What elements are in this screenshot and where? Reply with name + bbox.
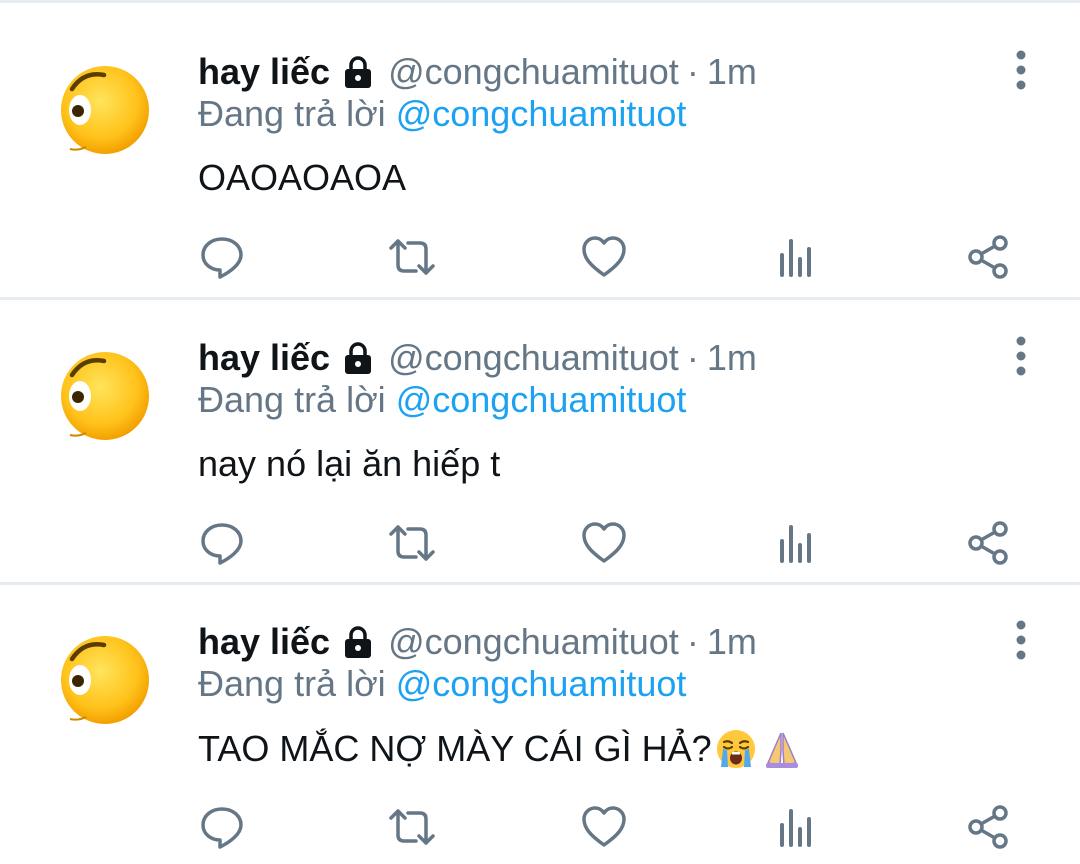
tweet-body: nay nó lại ăn hiếp t: [198, 443, 500, 485]
tweet-header: hay liếc @congchuamituot · 1m: [198, 333, 757, 383]
tweet-card[interactable]: hay liếc @congchuamituot · 1m Đang trả l…: [0, 573, 1080, 857]
reply-icon: [201, 237, 243, 279]
retweet-icon: [389, 239, 435, 275]
user-handle[interactable]: @congchuamituot: [388, 51, 679, 93]
retweet-button[interactable]: [388, 519, 436, 567]
user-handle[interactable]: @congchuamituot: [388, 337, 679, 379]
reply-button[interactable]: [198, 519, 246, 567]
like-icon: [582, 522, 626, 563]
views-icon: [780, 525, 811, 563]
reply-icon: [201, 807, 243, 849]
display-name[interactable]: hay liếc: [198, 337, 330, 379]
share-button[interactable]: [964, 233, 1012, 281]
reply-mention-link[interactable]: @congchuamituot: [396, 93, 687, 134]
tweet-body: OAOAOAOA: [198, 157, 406, 199]
views-icon: [780, 809, 811, 847]
retweet-button[interactable]: [388, 233, 436, 281]
like-icon: [582, 236, 626, 277]
reply-mention-link[interactable]: @congchuamituot: [396, 379, 687, 420]
folded-hands-emoji: [760, 727, 804, 771]
more-vertical-icon: [1016, 620, 1026, 660]
like-button[interactable]: [580, 803, 628, 851]
loudly-crying-face-emoji: [714, 727, 758, 771]
share-icon: [968, 521, 1008, 565]
views-icon: [780, 239, 811, 277]
tweet-card[interactable]: hay liếc @congchuamituot · 1m Đang trả l…: [0, 289, 1080, 573]
tweet-text: OAOAOAOA: [198, 157, 407, 198]
user-handle[interactable]: @congchuamituot: [388, 621, 679, 663]
more-options-button[interactable]: [1004, 617, 1038, 663]
retweet-icon: [389, 525, 435, 561]
tweet-body: TAO MẮC NỢ MÀY CÁI GÌ HẢ?: [198, 727, 804, 771]
like-button[interactable]: [580, 233, 628, 281]
views-button[interactable]: [772, 519, 820, 567]
more-vertical-icon: [1016, 336, 1026, 376]
tweet-feed: hay liếc @congchuamituot · 1m Đang trả l…: [0, 0, 1080, 864]
reply-context: Đang trả lời @congchuamituot: [198, 663, 686, 705]
timestamp[interactable]: 1m: [707, 621, 757, 663]
lock-icon: [340, 624, 376, 660]
like-button[interactable]: [580, 519, 628, 567]
reply-prefix: Đang trả lời: [198, 663, 386, 704]
tweet-header: hay liếc @congchuamituot · 1m: [198, 47, 757, 97]
lock-icon: [340, 54, 376, 90]
reply-context: Đang trả lời @congchuamituot: [198, 379, 686, 421]
timestamp[interactable]: 1m: [707, 51, 757, 93]
separator: ·: [686, 621, 699, 662]
more-options-button[interactable]: [1004, 333, 1038, 379]
reply-context: Đang trả lời @congchuamituot: [198, 93, 686, 135]
reply-icon: [201, 523, 243, 565]
tweet-text: TAO MẮC NỢ MÀY CÁI GÌ HẢ?: [198, 728, 712, 769]
reply-prefix: Đang trả lời: [198, 379, 386, 420]
separator: ·: [686, 337, 699, 378]
views-button[interactable]: [772, 233, 820, 281]
share-button[interactable]: [964, 519, 1012, 567]
share-icon: [968, 235, 1008, 279]
more-vertical-icon: [1016, 50, 1026, 90]
tweet-header: hay liếc @congchuamituot · 1m: [198, 617, 757, 667]
tweet-card[interactable]: hay liếc @congchuamituot · 1m Đang trả l…: [0, 3, 1080, 287]
reply-button[interactable]: [198, 803, 246, 851]
views-button[interactable]: [772, 803, 820, 851]
retweet-button[interactable]: [388, 803, 436, 851]
retweet-icon: [389, 809, 435, 845]
lock-icon: [340, 340, 376, 376]
separator: ·: [686, 51, 699, 92]
avatar[interactable]: [58, 63, 152, 157]
tweet-text: nay nó lại ăn hiếp t: [198, 443, 501, 484]
reply-prefix: Đang trả lời: [198, 93, 386, 134]
display-name[interactable]: hay liếc: [198, 621, 330, 663]
avatar[interactable]: [58, 349, 152, 443]
reply-mention-link[interactable]: @congchuamituot: [396, 663, 687, 704]
like-icon: [582, 806, 626, 847]
more-options-button[interactable]: [1004, 47, 1038, 93]
share-button[interactable]: [964, 803, 1012, 851]
share-icon: [968, 805, 1008, 849]
avatar[interactable]: [58, 633, 152, 727]
timestamp[interactable]: 1m: [707, 337, 757, 379]
reply-button[interactable]: [198, 233, 246, 281]
display-name[interactable]: hay liếc: [198, 51, 330, 93]
